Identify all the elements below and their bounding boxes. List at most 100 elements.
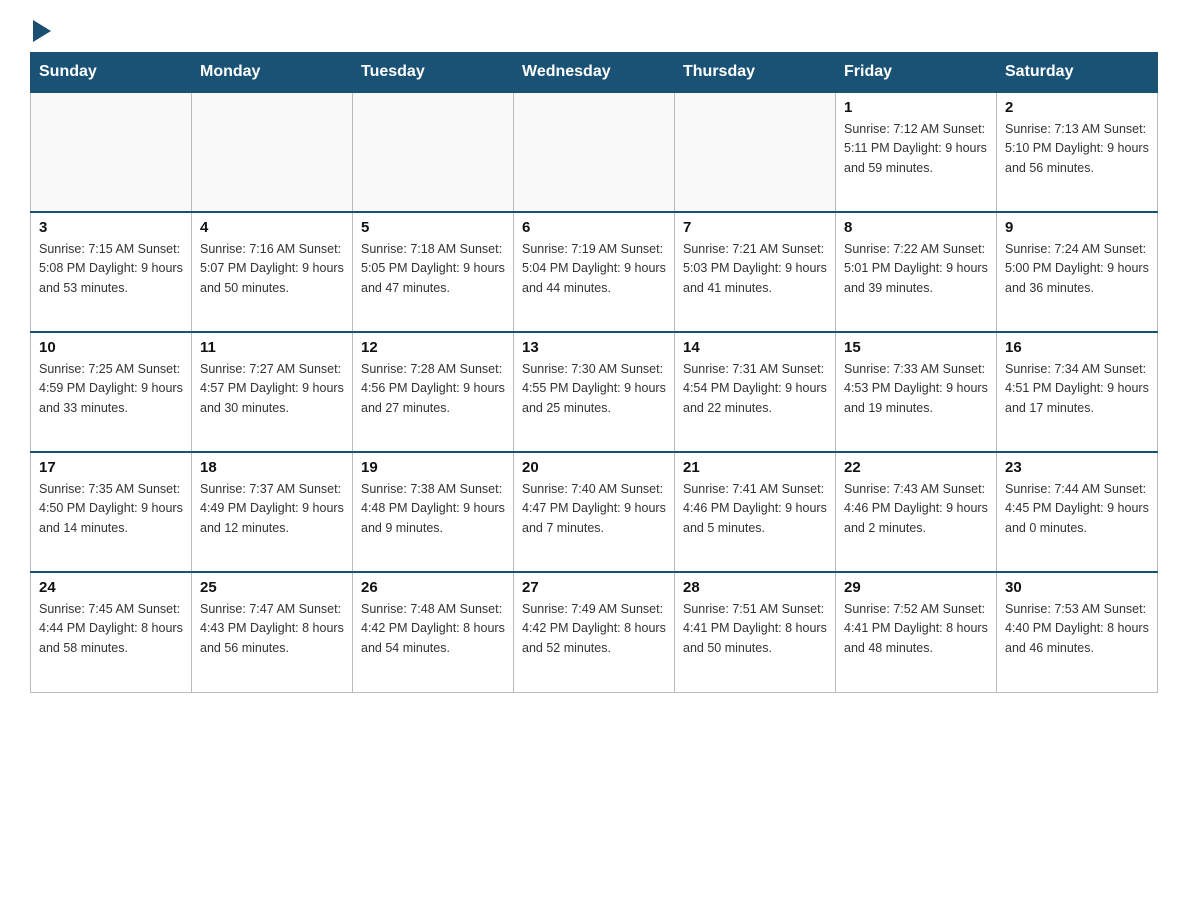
day-number: 29 <box>844 579 988 596</box>
calendar-cell: 25Sunrise: 7:47 AM Sunset: 4:43 PM Dayli… <box>192 572 353 692</box>
day-info: Sunrise: 7:33 AM Sunset: 4:53 PM Dayligh… <box>844 360 988 418</box>
day-number: 12 <box>361 339 505 356</box>
day-number: 13 <box>522 339 666 356</box>
weekday-header-friday: Friday <box>836 53 997 93</box>
day-info: Sunrise: 7:52 AM Sunset: 4:41 PM Dayligh… <box>844 600 988 658</box>
week-row-3: 10 Sunrise: 7:25 AM Sunset: 4:59 PM Dayli… <box>31 332 1158 452</box>
calendar-cell: 18 Sunrise: 7:37 AM Sunset: 4:49 PM Dayli… <box>192 452 353 572</box>
calendar-cell: 24 Sunrise: 7:45 AM Sunset: 4:44 PM Dayli… <box>31 572 192 692</box>
weekday-header-thursday: Thursday <box>675 53 836 93</box>
calendar-cell: 30Sunrise: 7:53 AM Sunset: 4:40 PM Dayli… <box>997 572 1158 692</box>
day-info: Sunrise: 7:27 AM Sunset: 4:57 PM Dayligh… <box>200 360 344 418</box>
day-number: 22 <box>844 459 988 476</box>
day-number: 17 <box>39 459 183 476</box>
calendar-cell: 9 Sunrise: 7:24 AM Sunset: 5:00 PM Daylig… <box>997 212 1158 332</box>
day-info: Sunrise: 7:37 AM Sunset: 4:49 PM Dayligh… <box>200 480 344 538</box>
day-number: 5 <box>361 219 505 236</box>
day-number: 26 <box>361 579 505 596</box>
day-info: Sunrise: 7:18 AM Sunset: 5:05 PM Dayligh… <box>361 240 505 298</box>
calendar-cell: 13 Sunrise: 7:30 AM Sunset: 4:55 PM Dayli… <box>514 332 675 452</box>
day-info: Sunrise: 7:21 AM Sunset: 5:03 PM Dayligh… <box>683 240 827 298</box>
day-info: Sunrise: 7:12 AM Sunset: 5:11 PM Dayligh… <box>844 120 988 178</box>
day-number: 21 <box>683 459 827 476</box>
day-number: 8 <box>844 219 988 236</box>
day-number: 14 <box>683 339 827 356</box>
weekday-header-sunday: Sunday <box>31 53 192 93</box>
day-info: Sunrise: 7:24 AM Sunset: 5:00 PM Dayligh… <box>1005 240 1149 298</box>
calendar-cell: 11 Sunrise: 7:27 AM Sunset: 4:57 PM Dayli… <box>192 332 353 452</box>
calendar-cell: 1 Sunrise: 7:12 AM Sunset: 5:11 PM Daylig… <box>836 92 997 212</box>
calendar-cell: 4 Sunrise: 7:16 AM Sunset: 5:07 PM Daylig… <box>192 212 353 332</box>
weekday-header-saturday: Saturday <box>997 53 1158 93</box>
week-row-4: 17 Sunrise: 7:35 AM Sunset: 4:50 PM Dayli… <box>31 452 1158 572</box>
day-number: 6 <box>522 219 666 236</box>
calendar-cell: 26 Sunrise: 7:48 AM Sunset: 4:42 PM Dayli… <box>353 572 514 692</box>
calendar-cell: 6 Sunrise: 7:19 AM Sunset: 5:04 PM Daylig… <box>514 212 675 332</box>
day-info: Sunrise: 7:45 AM Sunset: 4:44 PM Dayligh… <box>39 600 183 658</box>
calendar-cell: 17 Sunrise: 7:35 AM Sunset: 4:50 PM Dayli… <box>31 452 192 572</box>
calendar-cell: 12Sunrise: 7:28 AM Sunset: 4:56 PM Dayli… <box>353 332 514 452</box>
calendar-cell <box>192 92 353 212</box>
calendar-cell: 3 Sunrise: 7:15 AM Sunset: 5:08 PM Daylig… <box>31 212 192 332</box>
day-number: 23 <box>1005 459 1149 476</box>
day-info: Sunrise: 7:25 AM Sunset: 4:59 PM Dayligh… <box>39 360 183 418</box>
calendar-cell: 21 Sunrise: 7:41 AM Sunset: 4:46 PM Dayli… <box>675 452 836 572</box>
weekday-header-row: SundayMondayTuesdayWednesdayThursdayFrid… <box>31 53 1158 93</box>
day-info: Sunrise: 7:49 AM Sunset: 4:42 PM Dayligh… <box>522 600 666 658</box>
calendar-cell <box>353 92 514 212</box>
calendar-cell: 20Sunrise: 7:40 AM Sunset: 4:47 PM Dayli… <box>514 452 675 572</box>
calendar-cell: 10 Sunrise: 7:25 AM Sunset: 4:59 PM Dayli… <box>31 332 192 452</box>
day-number: 2 <box>1005 99 1149 116</box>
day-info: Sunrise: 7:22 AM Sunset: 5:01 PM Dayligh… <box>844 240 988 298</box>
day-info: Sunrise: 7:41 AM Sunset: 4:46 PM Dayligh… <box>683 480 827 538</box>
day-info: Sunrise: 7:15 AM Sunset: 5:08 PM Dayligh… <box>39 240 183 298</box>
weekday-header-wednesday: Wednesday <box>514 53 675 93</box>
day-number: 24 <box>39 579 183 596</box>
day-number: 7 <box>683 219 827 236</box>
day-number: 18 <box>200 459 344 476</box>
calendar-cell: 22 Sunrise: 7:43 AM Sunset: 4:46 PM Dayli… <box>836 452 997 572</box>
calendar-cell: 23 Sunrise: 7:44 AM Sunset: 4:45 PM Dayli… <box>997 452 1158 572</box>
calendar-cell <box>514 92 675 212</box>
day-info: Sunrise: 7:13 AM Sunset: 5:10 PM Dayligh… <box>1005 120 1149 178</box>
calendar-cell: 14 Sunrise: 7:31 AM Sunset: 4:54 PM Dayli… <box>675 332 836 452</box>
day-info: Sunrise: 7:16 AM Sunset: 5:07 PM Dayligh… <box>200 240 344 298</box>
calendar-cell: 29 Sunrise: 7:52 AM Sunset: 4:41 PM Dayli… <box>836 572 997 692</box>
calendar-cell: 15 Sunrise: 7:33 AM Sunset: 4:53 PM Dayli… <box>836 332 997 452</box>
day-info: Sunrise: 7:31 AM Sunset: 4:54 PM Dayligh… <box>683 360 827 418</box>
day-number: 1 <box>844 99 988 116</box>
day-info: Sunrise: 7:48 AM Sunset: 4:42 PM Dayligh… <box>361 600 505 658</box>
day-info: Sunrise: 7:30 AM Sunset: 4:55 PM Dayligh… <box>522 360 666 418</box>
day-info: Sunrise: 7:51 AM Sunset: 4:41 PM Dayligh… <box>683 600 827 658</box>
day-number: 16 <box>1005 339 1149 356</box>
weekday-header-monday: Monday <box>192 53 353 93</box>
day-number: 20 <box>522 459 666 476</box>
calendar-cell: 28 Sunrise: 7:51 AM Sunset: 4:41 PM Dayli… <box>675 572 836 692</box>
calendar-cell <box>675 92 836 212</box>
day-number: 3 <box>39 219 183 236</box>
day-number: 11 <box>200 339 344 356</box>
logo-arrow-icon <box>33 20 51 42</box>
page-header <box>30 20 1158 36</box>
calendar-cell: 7 Sunrise: 7:21 AM Sunset: 5:03 PM Daylig… <box>675 212 836 332</box>
day-info: Sunrise: 7:43 AM Sunset: 4:46 PM Dayligh… <box>844 480 988 538</box>
week-row-2: 3 Sunrise: 7:15 AM Sunset: 5:08 PM Daylig… <box>31 212 1158 332</box>
day-number: 15 <box>844 339 988 356</box>
day-number: 10 <box>39 339 183 356</box>
weekday-header-tuesday: Tuesday <box>353 53 514 93</box>
logo <box>30 20 51 36</box>
day-info: Sunrise: 7:35 AM Sunset: 4:50 PM Dayligh… <box>39 480 183 538</box>
day-info: Sunrise: 7:34 AM Sunset: 4:51 PM Dayligh… <box>1005 360 1149 418</box>
calendar-cell: 19Sunrise: 7:38 AM Sunset: 4:48 PM Dayli… <box>353 452 514 572</box>
day-number: 19 <box>361 459 505 476</box>
calendar-cell: 16 Sunrise: 7:34 AM Sunset: 4:51 PM Dayli… <box>997 332 1158 452</box>
day-number: 28 <box>683 579 827 596</box>
day-number: 9 <box>1005 219 1149 236</box>
calendar-table: SundayMondayTuesdayWednesdayThursdayFrid… <box>30 52 1158 693</box>
day-info: Sunrise: 7:44 AM Sunset: 4:45 PM Dayligh… <box>1005 480 1149 538</box>
day-number: 4 <box>200 219 344 236</box>
calendar-cell: 5 Sunrise: 7:18 AM Sunset: 5:05 PM Daylig… <box>353 212 514 332</box>
day-number: 27 <box>522 579 666 596</box>
day-info: Sunrise: 7:19 AM Sunset: 5:04 PM Dayligh… <box>522 240 666 298</box>
calendar-cell: 27 Sunrise: 7:49 AM Sunset: 4:42 PM Dayli… <box>514 572 675 692</box>
